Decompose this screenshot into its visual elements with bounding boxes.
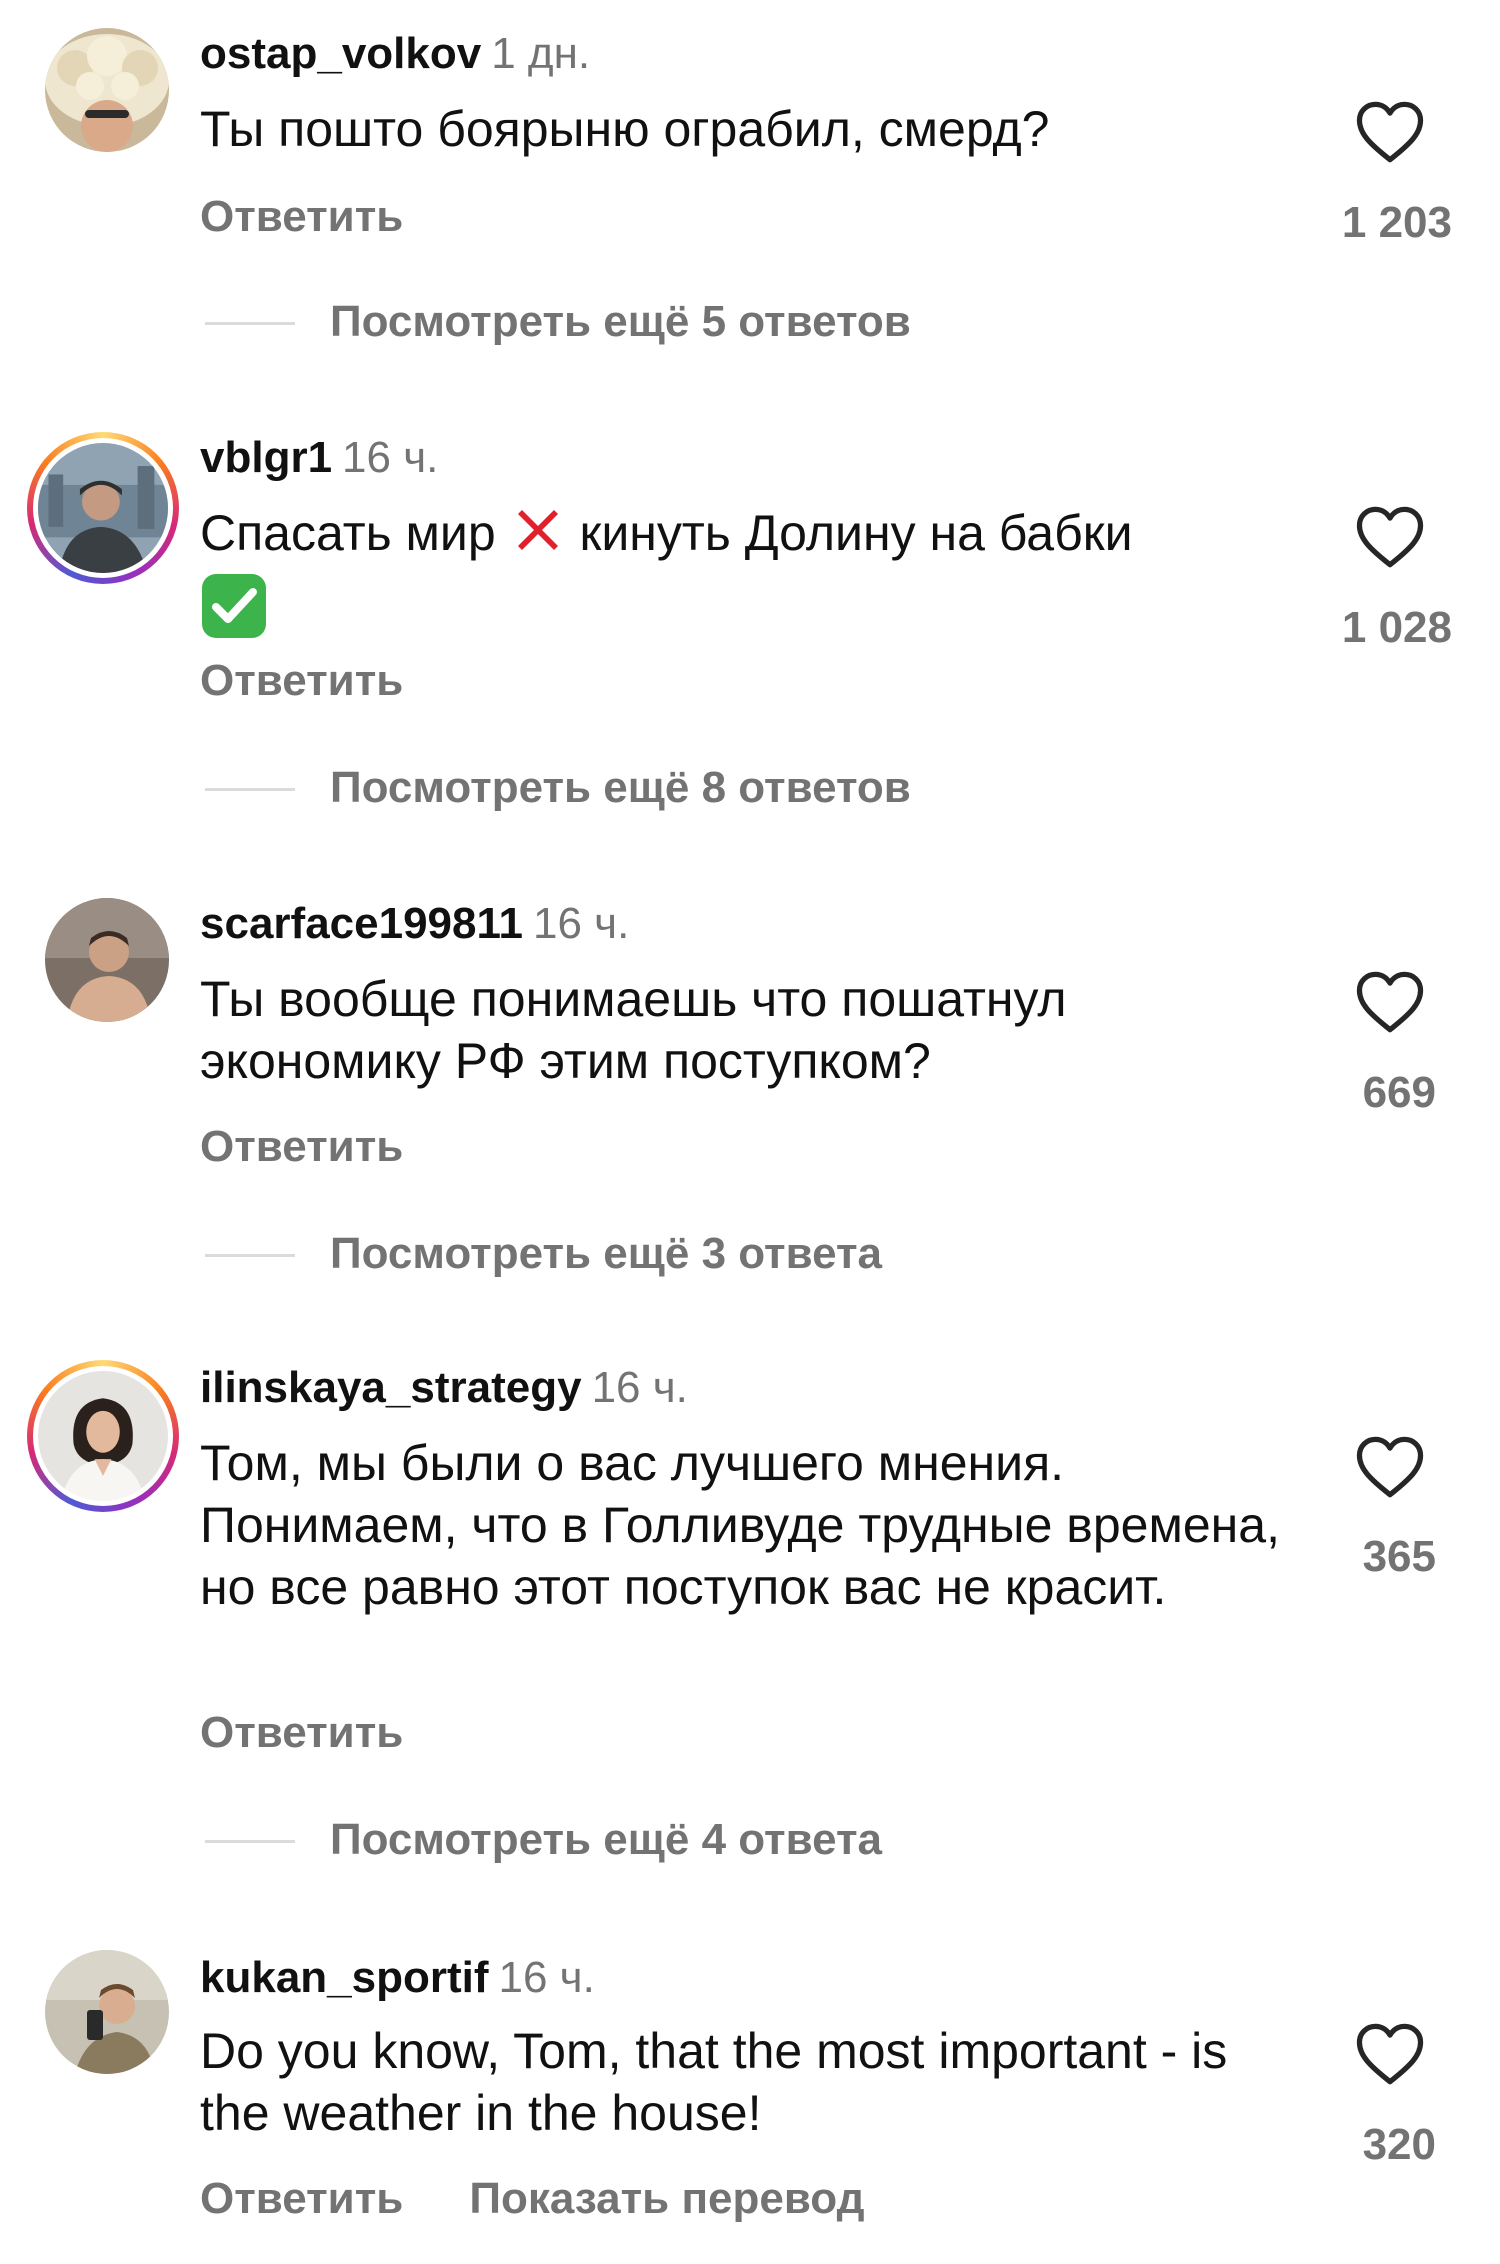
view-replies-label: Посмотреть ещё 4 ответа (330, 1815, 882, 1864)
check-mark-button-icon (200, 572, 268, 654)
view-replies-label: Посмотреть ещё 8 ответов (330, 763, 911, 812)
avatar[interactable] (27, 1360, 179, 1512)
comment-text: Ты вообще понимаешь что пошатнул экономи… (200, 971, 1067, 1089)
heart-outline-icon[interactable] (1355, 2022, 1425, 2086)
like-count: 669 (1362, 1068, 1436, 1117)
reply-button: Ответить Показать перевод (200, 2174, 865, 2224)
username[interactable]: ostap_volkov (200, 29, 481, 78)
username[interactable]: scarface199811 (200, 899, 523, 948)
username[interactable]: ilinskaya_strategy (200, 1363, 582, 1412)
heart-outline-icon[interactable] (1355, 100, 1425, 164)
heart-outline-icon[interactable] (1355, 970, 1425, 1034)
comment-time: 16 ч. (342, 433, 439, 482)
divider (205, 1254, 295, 1257)
avatar[interactable] (45, 1950, 169, 2074)
heart-outline-icon[interactable] (1355, 1435, 1425, 1499)
comment-time: 16 ч. (498, 1953, 595, 2002)
reply-button[interactable]: Ответить (200, 656, 403, 706)
like-count: 320 (1362, 2120, 1436, 2169)
comment-text-part: Спасать мир (200, 505, 496, 562)
comment-time: 1 дн. (491, 29, 591, 78)
divider (205, 788, 295, 791)
reply-button[interactable]: Ответить (200, 1122, 403, 1172)
cross-mark-icon (510, 502, 566, 572)
like-count: 1 203 (1341, 198, 1452, 247)
comment-time: 16 ч. (591, 1363, 688, 1412)
view-replies-label: Посмотреть ещё 5 ответов (330, 297, 911, 346)
avatar[interactable] (27, 432, 179, 584)
heart-outline-icon[interactable] (1355, 505, 1425, 569)
show-translation-button[interactable]: Показать перевод (469, 2174, 864, 2223)
reply-button[interactable]: Ответить (200, 1708, 403, 1758)
comment-text: Спасать мир кинуть Долину на бабки (200, 502, 1290, 654)
comment-text: Ты пошто боярыню ограбил, смерд? (200, 101, 1050, 157)
comment-text-part: кинуть Долину на бабки (579, 505, 1133, 562)
like-count: 1 028 (1341, 603, 1452, 652)
reply-button[interactable]: Ответить (200, 192, 403, 242)
avatar[interactable] (45, 898, 169, 1022)
view-replies-label: Посмотреть ещё 3 ответа (330, 1229, 882, 1278)
divider (205, 1840, 295, 1843)
comment-text: Do you know, Tom, that the most importan… (200, 2023, 1228, 2141)
username[interactable]: kukan_sportif (200, 1953, 489, 2002)
comment-time: 16 ч. (533, 899, 630, 948)
reply-button-label[interactable]: Ответить (200, 2174, 403, 2223)
username[interactable]: vblgr1 (200, 433, 332, 482)
comment-text: Том, мы были о вас лучшего мнения. Поним… (200, 1435, 1280, 1615)
like-count: 365 (1362, 1532, 1436, 1581)
avatar[interactable] (45, 28, 169, 152)
divider (205, 322, 295, 325)
